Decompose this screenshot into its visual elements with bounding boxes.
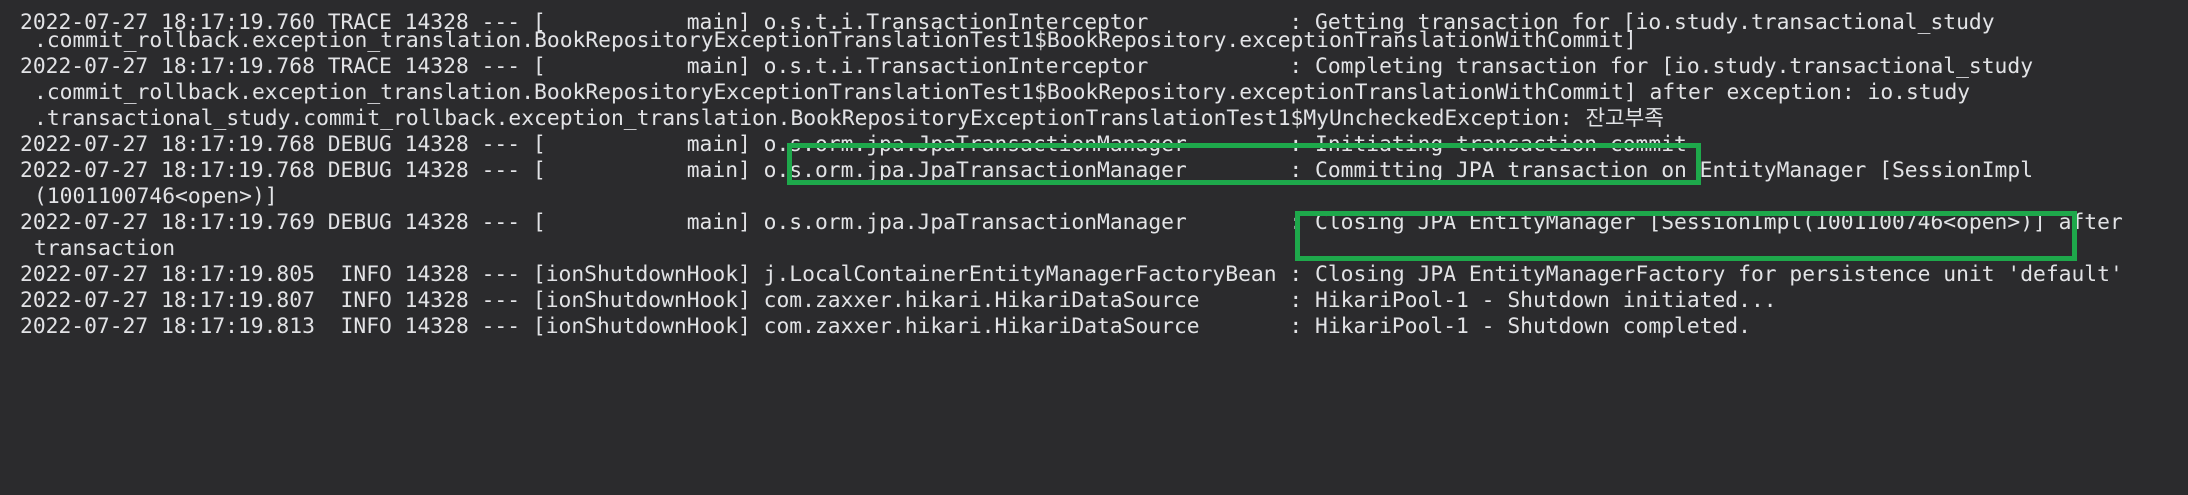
log-line: 2022-07-27 18:17:19.768 DEBUG 14328 --- … bbox=[20, 158, 2034, 183]
log-line: 2022-07-27 18:17:19.813 INFO 14328 --- [… bbox=[20, 314, 1751, 339]
log-line: 2022-07-27 18:17:19.769 DEBUG 14328 --- … bbox=[20, 210, 2123, 235]
console-output: 2022-07-27 18:17:19.760 TRACE 14328 --- … bbox=[0, 0, 2188, 495]
